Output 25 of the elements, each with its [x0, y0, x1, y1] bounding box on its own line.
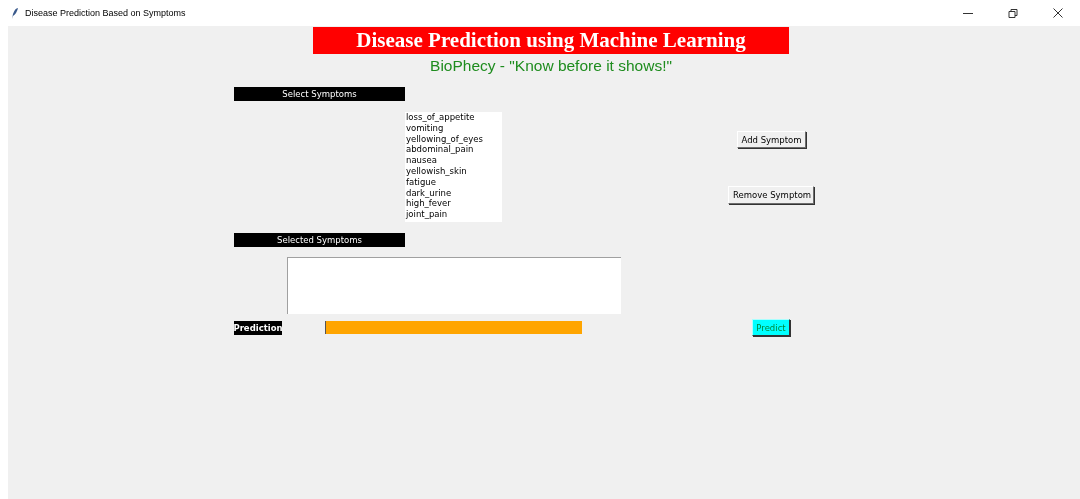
symptom-item[interactable]: fatigue — [405, 176, 502, 188]
close-icon[interactable] — [1052, 7, 1064, 19]
add-symptom-button[interactable]: Add Symptom — [736, 131, 806, 148]
symptom-item[interactable]: dark_urine — [405, 187, 502, 199]
symptom-item[interactable]: loss_of_appetite — [405, 112, 502, 123]
feather-icon — [11, 7, 18, 19]
remove-symptom-button[interactable]: Remove Symptom — [728, 186, 814, 204]
select-symptoms-label: Select Symptoms — [234, 87, 405, 101]
symptom-listbox[interactable]: loss_of_appetite vomiting yellowing_of_eyes abdominal_pain nausea yellowish_skin fatigue dark_urine high_fever joint_pain — [405, 112, 502, 222]
prediction-field[interactable] — [325, 321, 582, 334]
selected-symptoms-box[interactable] — [287, 257, 621, 314]
predict-button[interactable]: Predict — [752, 319, 790, 336]
selected-symptoms-label: Selected Symptoms — [234, 233, 405, 247]
app-title-banner: Disease Prediction using Machine Learning — [313, 27, 789, 54]
app-tagline: BioPhecy - "Know before it shows!" — [430, 57, 672, 75]
prediction-label: Prediction — [234, 320, 282, 335]
restore-icon[interactable] — [1007, 7, 1019, 19]
window-title: Disease Prediction Based on Symptoms — [25, 8, 186, 18]
symptom-item[interactable]: yellowing_of_eyes — [405, 133, 502, 145]
symptom-item[interactable]: high_fever — [405, 198, 502, 210]
symptom-item[interactable]: joint_pain — [405, 209, 502, 220]
symptom-item[interactable]: vomiting — [405, 122, 502, 134]
symptom-item[interactable]: nausea — [405, 155, 502, 166]
symptom-item[interactable]: yellowish_skin — [405, 166, 502, 177]
symptom-item[interactable]: abdominal_pain — [405, 144, 502, 156]
